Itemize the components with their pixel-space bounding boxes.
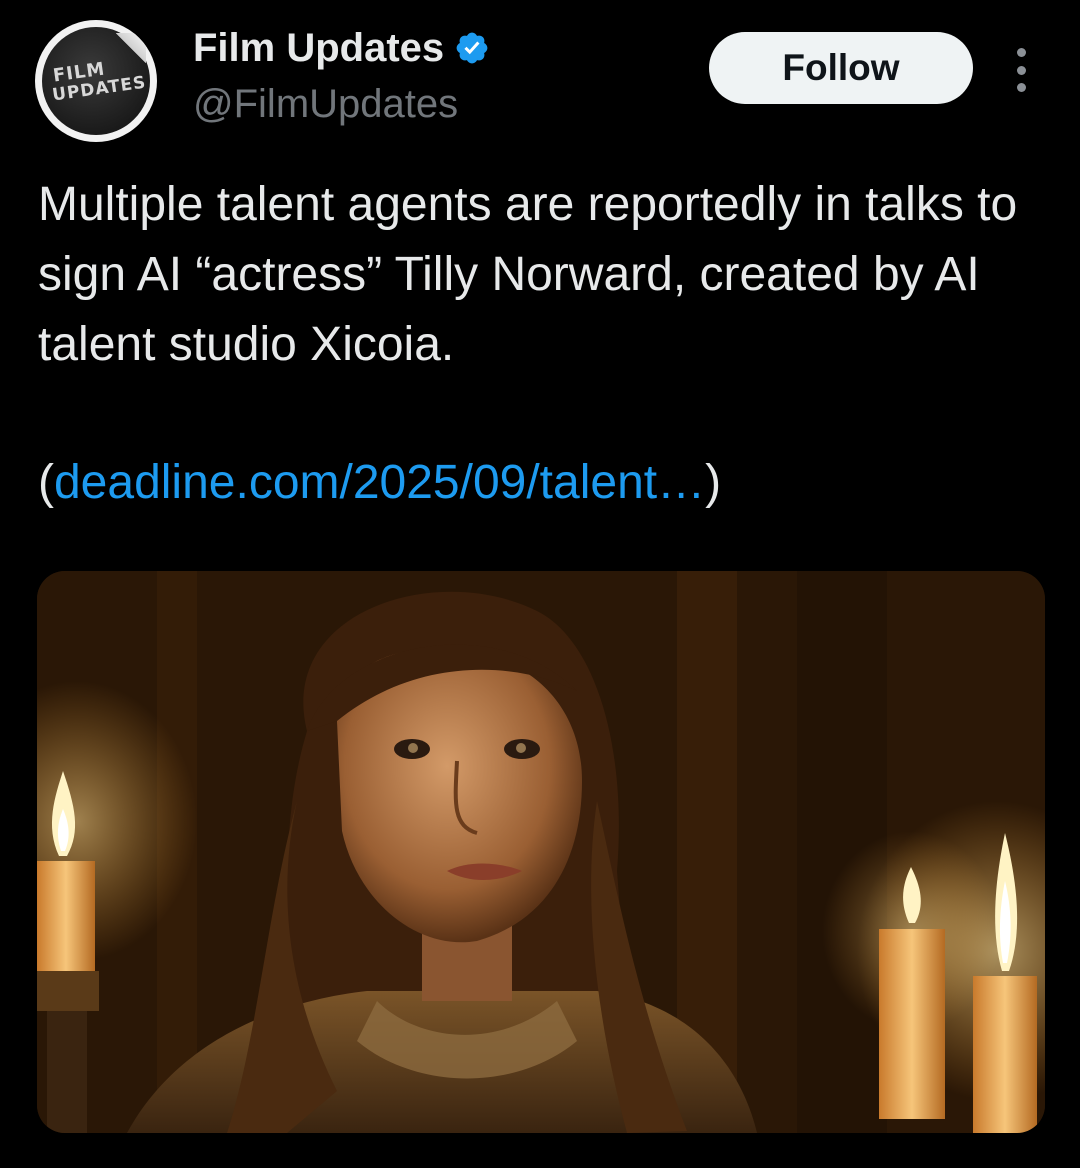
peel-corner-decoration: [116, 33, 146, 63]
follow-button[interactable]: Follow: [709, 32, 973, 104]
tweet-text: Multiple talent agents are reportedly in…: [38, 178, 1018, 371]
link-open-paren: (: [38, 456, 54, 509]
tweet-link-line: (deadline.com/2025/09/talent…): [38, 448, 721, 518]
author-handle[interactable]: @FilmUpdates: [193, 78, 458, 130]
more-vertical-icon[interactable]: [1004, 44, 1038, 96]
more-dot: [1016, 48, 1026, 57]
tweet-media-image[interactable]: [37, 571, 1045, 1133]
avatar-logo: FILM UPDATES: [42, 27, 150, 135]
author-display-name[interactable]: Film Updates: [193, 22, 444, 74]
verified-badge-icon: [456, 32, 488, 64]
link-close-paren: ): [705, 456, 722, 509]
author-name-row: Film Updates: [193, 22, 490, 74]
candlelit-portrait-illustration: [37, 571, 1045, 1133]
more-dot: [1016, 83, 1026, 92]
avatar[interactable]: FILM UPDATES: [35, 20, 157, 142]
tweet-link[interactable]: deadline.com/2025/09/talent…: [54, 456, 705, 509]
more-dot: [1016, 65, 1026, 75]
